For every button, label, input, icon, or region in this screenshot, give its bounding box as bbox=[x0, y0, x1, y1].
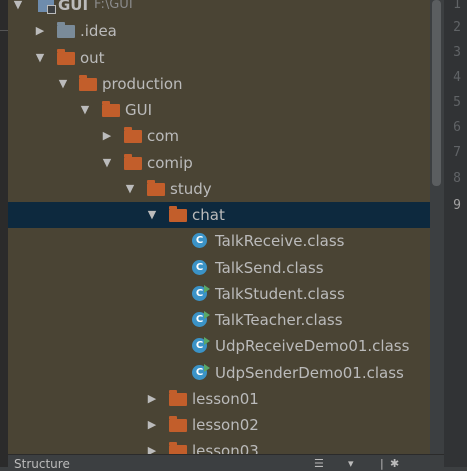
folder-label-chat: chat bbox=[192, 206, 225, 224]
tree-row-lesson02[interactable]: ▶ lesson02 bbox=[8, 412, 430, 438]
tree-row-chat[interactable]: ▼ chat bbox=[8, 202, 430, 228]
folder-icon bbox=[169, 442, 187, 454]
tree-row-class[interactable]: C TalkSend.class bbox=[8, 255, 430, 281]
chevron-down-icon[interactable]: ▼ bbox=[123, 176, 137, 202]
class-label: UdpReceiveDemo01.class bbox=[215, 337, 410, 355]
scrollbar-thumb[interactable] bbox=[432, 0, 441, 186]
tree-row-class[interactable]: C TalkTeacher.class bbox=[8, 307, 430, 333]
class-label: TalkTeacher.class bbox=[215, 311, 343, 329]
folder-icon bbox=[124, 127, 142, 143]
line-number: 6 bbox=[453, 120, 461, 135]
chevron-right-icon[interactable]: ▶ bbox=[33, 18, 47, 44]
class-label: TalkStudent.class bbox=[215, 285, 345, 303]
project-tree[interactable]: ▼ GUI F:\GUI ▶ .idea ▼ out ▼ production … bbox=[8, 0, 430, 454]
tree-row-com[interactable]: ▶ com bbox=[8, 123, 430, 149]
tree-row-gui[interactable]: ▼ GUI bbox=[8, 97, 430, 123]
structure-tab-label[interactable]: Structure bbox=[14, 457, 70, 471]
vertical-scrollbar[interactable] bbox=[430, 0, 444, 462]
tree-row-lesson03[interactable]: ▶ lesson03 bbox=[8, 438, 430, 454]
folder-label-com: com bbox=[147, 127, 180, 145]
editor-gutter: 1 2 3 4 5 6 7 8 9 bbox=[444, 0, 467, 467]
chevron-down-icon[interactable]: ▼ bbox=[145, 202, 159, 228]
tree-row-class[interactable]: C UdpSenderDemo01.class bbox=[8, 360, 430, 386]
line-number: 1 bbox=[453, 0, 461, 12]
line-number: 5 bbox=[453, 95, 461, 110]
tree-row-production[interactable]: ▼ production bbox=[8, 71, 430, 97]
chevron-down-icon[interactable]: ▼ bbox=[56, 71, 70, 97]
folder-icon bbox=[102, 101, 120, 117]
runnable-class-icon: C bbox=[192, 337, 210, 353]
tree-row-study[interactable]: ▼ study bbox=[8, 176, 430, 202]
tool-strip-marks bbox=[0, 0, 8, 31]
folder-icon bbox=[169, 416, 187, 432]
class-icon: C bbox=[192, 260, 207, 275]
chevron-down-icon[interactable]: ▼ bbox=[78, 97, 92, 123]
chevron-right-icon[interactable]: ▶ bbox=[145, 412, 159, 438]
class-label: TalkReceive.class bbox=[215, 232, 345, 250]
folder-label-comip: comip bbox=[147, 154, 193, 172]
tree-row-root[interactable]: ▼ GUI F:\GUI bbox=[8, 0, 430, 18]
folder-label-lesson01: lesson01 bbox=[192, 390, 259, 408]
folder-label-lesson02: lesson02 bbox=[192, 416, 259, 434]
current-line-number: 9 bbox=[453, 198, 461, 213]
left-tool-strip bbox=[0, 0, 8, 467]
chevron-right-icon[interactable]: ▶ bbox=[145, 386, 159, 412]
class-icon: C bbox=[192, 233, 207, 248]
folder-icon bbox=[169, 206, 187, 222]
line-number: 8 bbox=[453, 171, 461, 186]
chevron-right-icon[interactable]: ▶ bbox=[145, 438, 159, 454]
folder-label-gui: GUI bbox=[125, 101, 153, 119]
class-label: UdpSenderDemo01.class bbox=[215, 364, 404, 382]
line-number: 2 bbox=[453, 20, 461, 35]
line-number: 4 bbox=[453, 70, 461, 85]
folder-icon bbox=[57, 49, 75, 65]
tree-row-class[interactable]: C TalkStudent.class bbox=[8, 281, 430, 307]
runnable-class-icon: C bbox=[192, 285, 210, 301]
chevron-down-icon[interactable]: ▼ bbox=[33, 45, 47, 71]
folder-icon bbox=[147, 180, 165, 196]
folder-label-idea: .idea bbox=[80, 22, 117, 40]
tree-row-comip[interactable]: ▼ comip bbox=[8, 150, 430, 176]
folder-label-lesson03: lesson03 bbox=[192, 442, 259, 454]
tree-row-idea[interactable]: ▶ .idea bbox=[8, 18, 430, 44]
tree-row-lesson01[interactable]: ▶ lesson01 bbox=[8, 386, 430, 412]
bottom-tool-bar: Structure ☰ ▾ | ✱ bbox=[8, 454, 444, 471]
folder-label-out: out bbox=[80, 49, 105, 67]
runnable-class-icon: C bbox=[192, 364, 210, 380]
line-number: 3 bbox=[453, 45, 461, 60]
folder-icon bbox=[57, 22, 75, 38]
root-path: F:\GUI bbox=[94, 0, 133, 12]
tree-row-out[interactable]: ▼ out bbox=[8, 45, 430, 71]
class-label: TalkSend.class bbox=[215, 259, 324, 277]
chevron-down-icon[interactable]: ▼ bbox=[11, 0, 25, 18]
line-number: 7 bbox=[453, 145, 461, 160]
tree-row-class[interactable]: C UdpReceiveDemo01.class bbox=[8, 333, 430, 359]
folder-icon bbox=[124, 154, 142, 170]
folder-label-study: study bbox=[170, 180, 212, 198]
module-icon bbox=[38, 0, 56, 14]
folder-icon bbox=[169, 390, 187, 406]
root-label: GUI bbox=[58, 0, 89, 14]
runnable-class-icon: C bbox=[192, 311, 210, 327]
chevron-right-icon[interactable]: ▶ bbox=[100, 123, 114, 149]
chevron-down-icon[interactable]: ▼ bbox=[100, 150, 114, 176]
tree-row-class[interactable]: C TalkReceive.class bbox=[8, 228, 430, 254]
folder-icon bbox=[79, 75, 97, 91]
folder-label-production: production bbox=[102, 75, 183, 93]
